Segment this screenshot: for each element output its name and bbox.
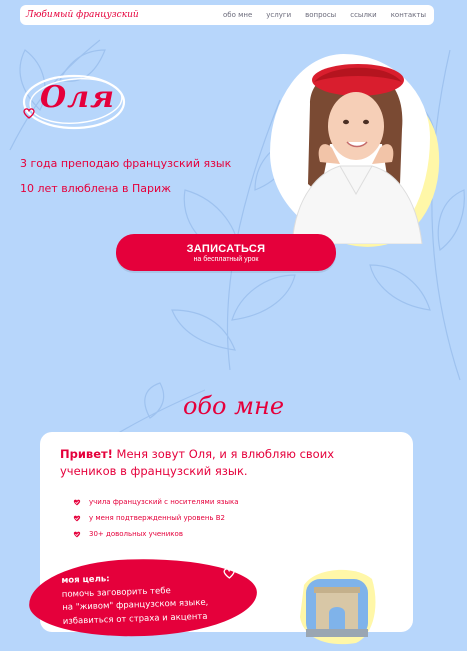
arc-de-triomphe-image: [296, 565, 378, 645]
nav-menu: обо мне услуги вопросы ссылки контакты: [223, 11, 426, 19]
signup-button-label: ЗАПИСАТЬСЯ: [186, 242, 266, 255]
about-section-title: обо мне: [182, 392, 285, 420]
nav-item-links[interactable]: ссылки: [350, 11, 376, 19]
hero-paris-text: 10 лет влюблена в Париж: [20, 182, 172, 195]
bullet-text: учила французский с носителями языка: [89, 498, 239, 506]
teacher-photo: [267, 44, 451, 259]
goal-text-block: моя цель: помочь заговорить тебе на "жив…: [61, 570, 209, 629]
heart-check-icon: [73, 515, 81, 521]
heart-icon: [23, 108, 35, 119]
nav-item-questions[interactable]: вопросы: [305, 11, 336, 19]
list-item: у меня подтвержденный уровень B2: [73, 510, 239, 526]
list-item: учила французский с носителями языка: [73, 494, 239, 510]
heart-check-icon: [73, 531, 81, 537]
top-nav-bar: Любимый французский обо мне услуги вопро…: [20, 5, 434, 25]
nav-item-about[interactable]: обо мне: [223, 11, 252, 19]
nav-item-contacts[interactable]: контакты: [391, 11, 426, 19]
bullet-text: 30+ довольных учеников: [89, 530, 183, 538]
signup-button[interactable]: ЗАПИСАТЬСЯ на бесплатный урок: [116, 234, 336, 271]
nav-item-services[interactable]: услуги: [266, 11, 291, 19]
heart-check-icon: [73, 499, 81, 505]
heart-icon: [223, 568, 235, 579]
site-logo[interactable]: Любимый французский: [26, 10, 139, 20]
bullet-text: у меня подтвержденный уровень B2: [89, 514, 226, 522]
arch-illustration: [300, 569, 376, 645]
about-intro: Привет! Меня зовут Оля, и я влюбляю свои…: [60, 446, 360, 480]
teacher-portrait-illustration: [291, 64, 423, 244]
hero-name: Оля: [40, 80, 115, 115]
about-greeting: Привет!: [60, 447, 113, 461]
hero-experience-text: 3 года преподаю французский язык: [20, 157, 232, 170]
list-item: 30+ довольных учеников: [73, 526, 239, 542]
signup-button-sublabel: на бесплатный урок: [193, 255, 259, 263]
about-bullet-list: учила французский с носителями языка у м…: [73, 494, 239, 542]
hero-name-block: Оля: [18, 68, 128, 138]
